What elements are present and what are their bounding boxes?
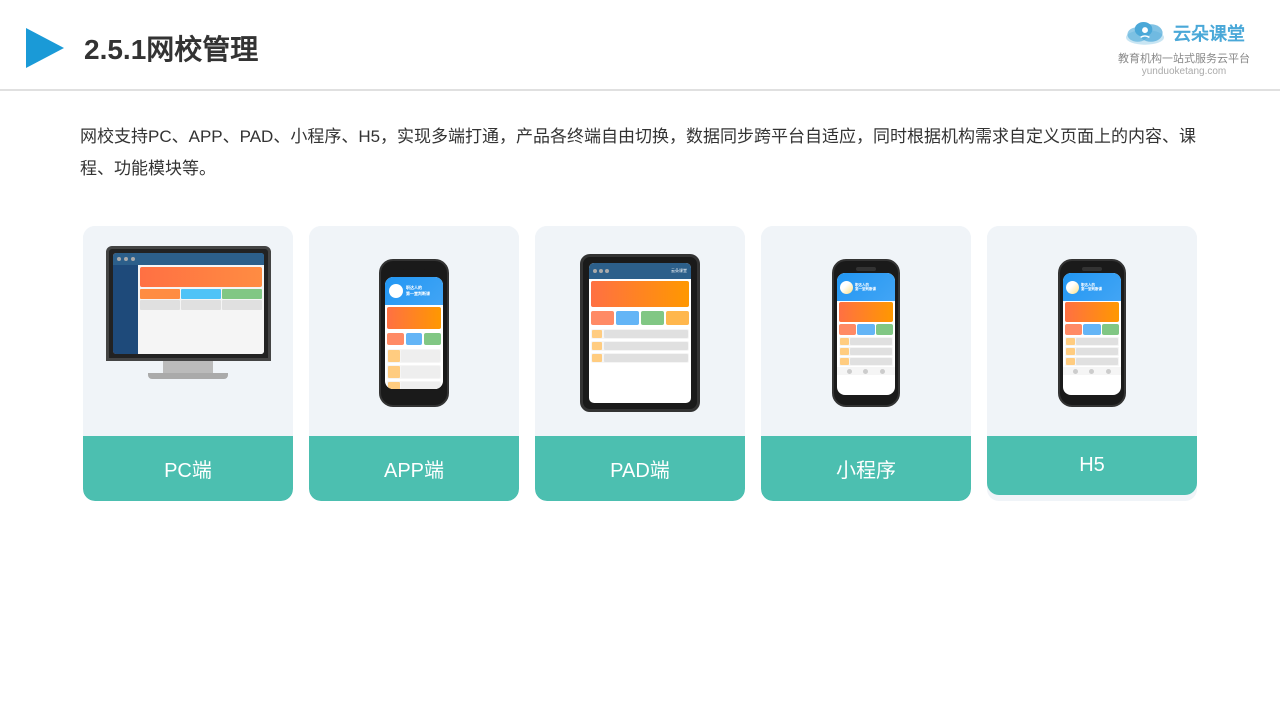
card-h5-image: 职达人的第一堂判断课 (987, 226, 1197, 436)
logo-name: 云朵课堂 (1173, 20, 1245, 46)
card-h5: 职达人的第一堂判断课 (987, 226, 1197, 501)
card-app-label: APP端 (309, 436, 519, 501)
header: 2.5.1网校管理 云朵课堂 教育机构一站式服务云平台 yunduoketang… (0, 0, 1280, 91)
card-mini-image: 职达人的第一堂判断课 (761, 226, 971, 436)
page-title: 2.5.1网校管理 (84, 28, 258, 68)
description-text: 网校支持PC、APP、PAD、小程序、H5，实现多端打通，产品各终端自由切换，数… (0, 91, 1280, 206)
logo-cloud: 云朵课堂 (1123, 18, 1245, 48)
cards-area: PC端 职达人的第一堂判断课 (0, 206, 1280, 531)
cloud-icon (1123, 18, 1167, 48)
card-pc-label: PC端 (83, 436, 293, 501)
card-mini: 职达人的第一堂判断课 (761, 226, 971, 501)
mini-phone-mockup-2: 职达人的第一堂判断课 (1058, 259, 1126, 407)
monitor-mockup (106, 246, 271, 421)
logo-url: yunduoketang.com (1142, 66, 1227, 77)
tablet-mockup: 云朵课堂 (580, 254, 700, 412)
logo-area: 云朵课堂 教育机构一站式服务云平台 yunduoketang.com (1118, 18, 1250, 77)
play-icon (20, 24, 68, 72)
card-app-image: 职达人的第一堂判断课 (309, 226, 519, 436)
card-pad: 云朵课堂 (535, 226, 745, 501)
card-pad-image: 云朵课堂 (535, 226, 745, 436)
card-pc-image (83, 226, 293, 436)
phone-mockup-app: 职达人的第一堂判断课 (379, 259, 449, 407)
mini-phone-mockup-1: 职达人的第一堂判断课 (832, 259, 900, 407)
card-pc: PC端 (83, 226, 293, 501)
header-left: 2.5.1网校管理 (20, 24, 258, 72)
card-h5-label: H5 (987, 436, 1197, 495)
card-app: 职达人的第一堂判断课 (309, 226, 519, 501)
card-mini-label: 小程序 (761, 436, 971, 501)
card-pad-label: PAD端 (535, 436, 745, 501)
logo-tagline: 教育机构一站式服务云平台 (1118, 50, 1250, 66)
